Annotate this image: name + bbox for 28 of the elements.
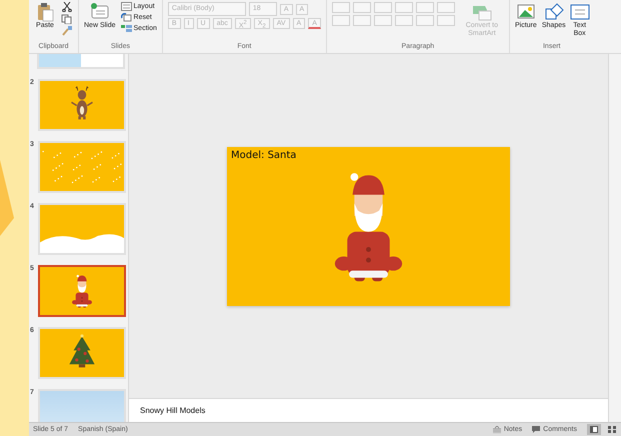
align-icon[interactable] — [374, 15, 392, 26]
list-icon[interactable] — [416, 2, 434, 13]
normal-view-button[interactable] — [587, 424, 601, 435]
copy-icon[interactable] — [61, 14, 73, 24]
align-icon[interactable] — [436, 15, 455, 26]
notes-text[interactable]: Snowy Hill Models — [140, 406, 206, 415]
comment-icon — [532, 426, 540, 433]
santa-drawing — [72, 274, 92, 308]
align-icon[interactable] — [394, 15, 413, 26]
list-icon[interactable] — [394, 2, 413, 13]
slide-thumbnail[interactable] — [38, 265, 126, 317]
notes-icon — [492, 426, 501, 433]
list-icon[interactable] — [352, 2, 371, 13]
reset-icon — [120, 13, 132, 22]
align-icon[interactable] — [416, 15, 434, 26]
tree-drawing — [69, 334, 95, 368]
slide-title[interactable]: Model: Santa — [227, 146, 300, 164]
align-icon[interactable] — [332, 15, 350, 26]
scissors-icon[interactable] — [61, 2, 73, 12]
list-icon[interactable] — [436, 2, 455, 13]
list-icon[interactable] — [332, 2, 350, 13]
slide-sorter-button[interactable] — [605, 424, 619, 435]
brush-icon[interactable] — [61, 26, 73, 36]
slide[interactable]: Model: Santa — [227, 146, 510, 306]
list-icon[interactable] — [374, 2, 392, 13]
section-icon — [120, 24, 132, 33]
reindeer-drawing — [70, 86, 94, 120]
align-icon[interactable] — [352, 15, 371, 26]
